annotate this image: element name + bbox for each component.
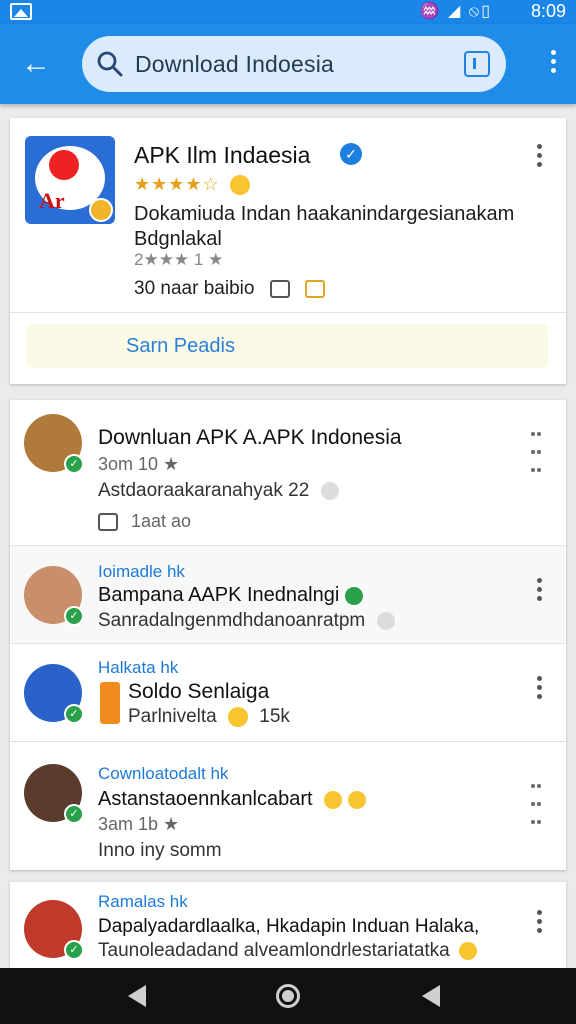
- verified-icon: ✓: [340, 143, 362, 165]
- status-bar: ♒ ◢ ⦸▯ 8:09: [0, 0, 576, 24]
- app-stats: 30 naar baibio: [134, 278, 325, 300]
- results-list: ✓ Downluan APK A.APK Indonesia 3om 10 ★ …: [10, 400, 566, 870]
- emoji-icon: [376, 611, 395, 630]
- item-title: Bampana AAPK Inednalngi: [98, 584, 363, 607]
- recent-apps-icon[interactable]: [422, 985, 440, 1007]
- avatar: ✓: [24, 414, 84, 474]
- featured-app-card[interactable]: Ar APK Ilm Indaesia ✓ ★★★★☆ Dokamiuda In…: [10, 118, 566, 384]
- avatar: ✓: [24, 566, 84, 626]
- check-emoji-icon: [344, 586, 363, 605]
- verified-badge-icon: ✓: [64, 804, 84, 824]
- item-meta: 3om 10 ★: [98, 454, 180, 474]
- list-item[interactable]: ✓ Ioimadle hk Bampana AAPK Inednalngi Sa…: [10, 546, 566, 644]
- item-title: Dapalyadardlaalka, Hkadapin Induan Halak…: [98, 916, 480, 937]
- app-thumbnail: [100, 682, 120, 724]
- item-title: Downluan APK A.APK Indonesia: [98, 426, 402, 449]
- item-footer: 1aat ao: [98, 511, 191, 532]
- verified-badge-icon: ✓: [64, 940, 84, 960]
- item-subtitle: Parlnivelta 15k: [128, 706, 290, 727]
- thumbs-up-icon[interactable]: [98, 513, 118, 532]
- app-logo: Ar: [25, 136, 115, 224]
- more-options-icon[interactable]: [534, 676, 544, 702]
- status-icons: ♒ ◢ ⦸▯: [419, 3, 492, 20]
- item-source[interactable]: Cownloatodalt hk: [98, 764, 228, 784]
- rating-stars: ★★★★☆: [134, 174, 250, 196]
- verified-badge-icon: ✓: [64, 704, 84, 724]
- app-bar: ← Download Indoesia: [0, 24, 576, 104]
- item-meta: 3am 1b ★: [98, 814, 180, 834]
- navigation-bar: [0, 968, 576, 1024]
- list-item[interactable]: ✓ Downluan APK A.APK Indonesia 3om 10 ★ …: [10, 400, 566, 546]
- back-icon[interactable]: [128, 985, 146, 1007]
- emoji-icon: [459, 941, 478, 960]
- item-subtitle: Astdaoraakaranahyak 22: [98, 480, 339, 502]
- search-input[interactable]: Download Indoesia: [135, 51, 334, 78]
- emoji-icon: [320, 481, 339, 500]
- item-subtitle: Taunoleadadand alveamlondrlestariatatka: [98, 940, 478, 962]
- more-options-icon[interactable]: [534, 910, 544, 936]
- more-options-icon[interactable]: [534, 578, 544, 604]
- item-subtitle: Inno iny somm: [98, 840, 222, 861]
- emoji-icon: [228, 706, 248, 727]
- item-title: Soldo Senlaiga: [128, 680, 270, 703]
- panel-toggle-icon[interactable]: [464, 51, 490, 77]
- rating-breakdown: 2★★★ 1 ★: [134, 250, 224, 269]
- avatar: ✓: [24, 664, 84, 724]
- smile-emoji-icon: [229, 175, 250, 196]
- item-source[interactable]: Ioimadle hk: [98, 562, 185, 582]
- avatar: ✓: [24, 764, 84, 824]
- home-icon[interactable]: [276, 984, 300, 1008]
- divider: [10, 312, 566, 313]
- search-icon: [97, 51, 123, 77]
- emoji-icon: [324, 790, 343, 809]
- overflow-menu-icon[interactable]: [548, 50, 558, 78]
- item-source[interactable]: Halkata hk: [98, 658, 178, 678]
- emoji-icon: [347, 790, 366, 809]
- search-bar[interactable]: Download Indoesia: [82, 36, 506, 92]
- list-item[interactable]: ✓ Cownloatodalt hk Astanstaoennkanlcabar…: [10, 742, 566, 870]
- back-arrow-icon[interactable]: ←: [18, 46, 54, 82]
- item-subtitle: Sanradalngenmdhdanoanratpm: [98, 610, 395, 632]
- status-time: 8:09: [530, 1, 566, 21]
- avatar: ✓: [24, 900, 84, 960]
- action-button[interactable]: Sarn Peadis: [26, 324, 548, 368]
- item-source[interactable]: Ramalas hk: [98, 892, 188, 912]
- thumbs-down-icon[interactable]: [305, 279, 325, 298]
- app-description: Dokamiuda Indan haakanindargesianakam Bd…: [134, 203, 515, 250]
- gallery-icon: [10, 3, 32, 20]
- drag-handle-icon[interactable]: [530, 778, 544, 824]
- verified-badge-icon: ✓: [64, 606, 84, 626]
- more-options-icon[interactable]: [534, 144, 544, 170]
- list-item[interactable]: ✓ Halkata hk Soldo Senlaiga Parlnivelta …: [10, 644, 566, 742]
- verified-badge-icon: ✓: [64, 454, 84, 474]
- action-button-label: Sarn Peadis: [126, 335, 235, 357]
- drag-handle-icon[interactable]: [530, 426, 544, 472]
- thumbs-up-icon[interactable]: [269, 279, 290, 298]
- app-title: APK Ilm Indaesia: [134, 142, 311, 168]
- item-title: Astanstaoennkanlcabart: [98, 788, 366, 811]
- list-item[interactable]: ✓ Ramalas hk Dapalyadardlaalka, Hkadapin…: [10, 882, 566, 982]
